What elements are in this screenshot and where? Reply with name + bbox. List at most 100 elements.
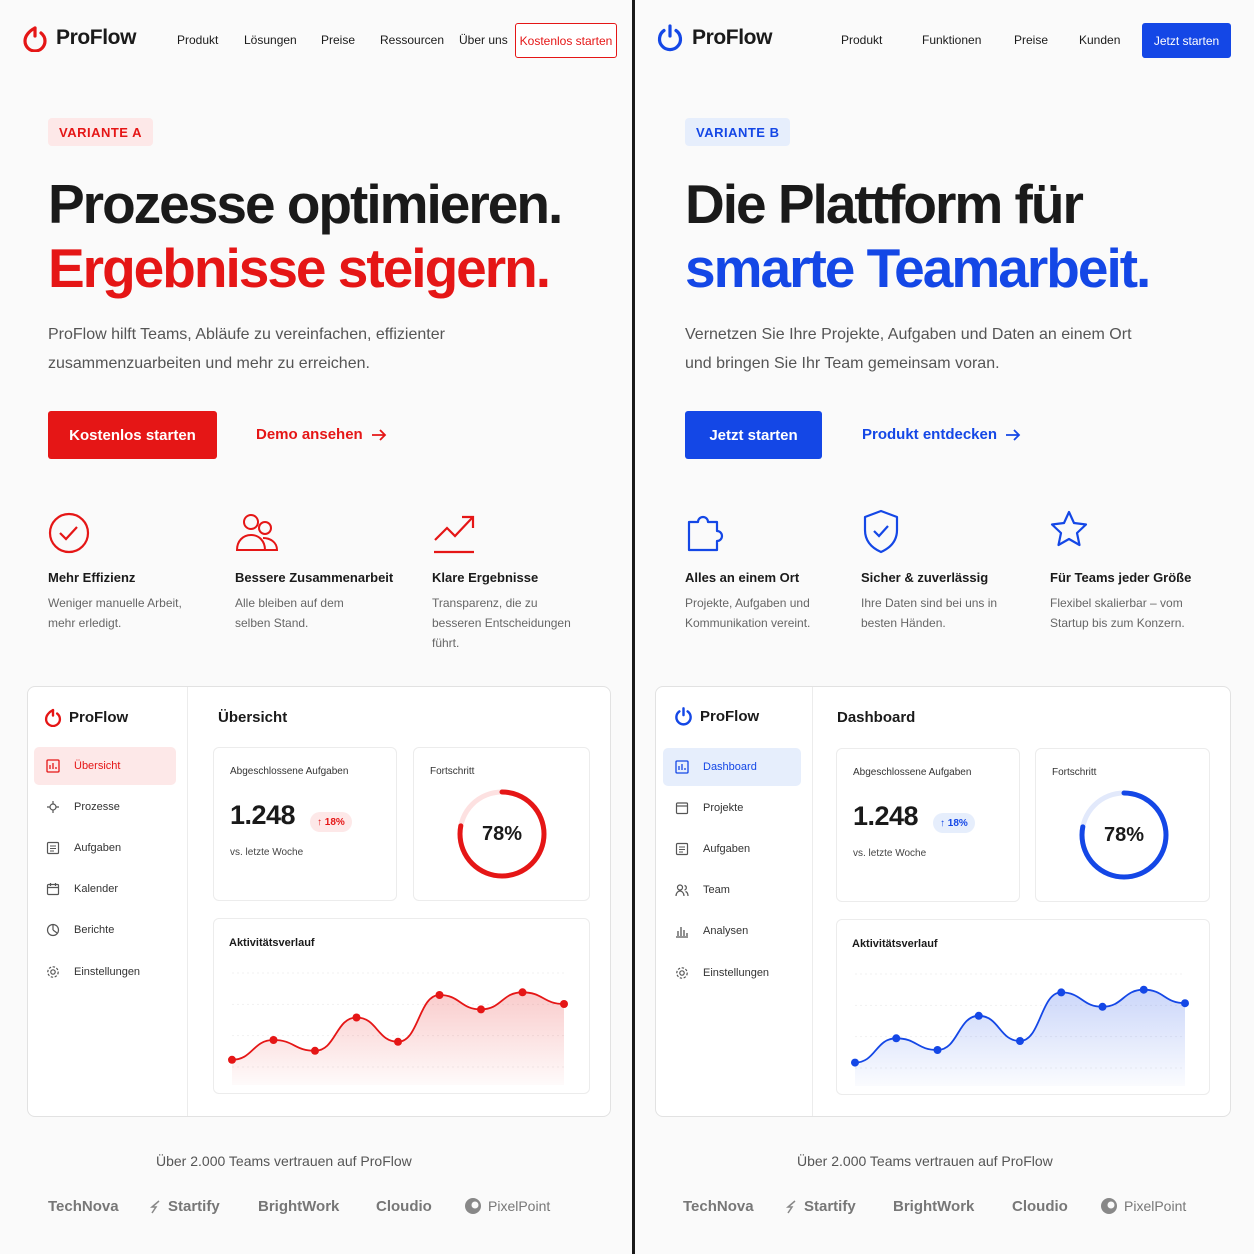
feature-results: Klare Ergebnisse Transparenz, die zu bes…	[432, 508, 612, 653]
chart-data-point	[311, 1046, 319, 1055]
feature-desc: Alle bleiben auf dem selben Stand.	[235, 596, 344, 630]
logo-pixelpoint-label: PixelPoint	[488, 1198, 551, 1214]
feature-desc: Transparenz, die zu besseren Entscheidun…	[432, 596, 571, 650]
chart-data-point	[477, 1005, 485, 1014]
brand-logo[interactable]: ProFlow	[656, 24, 772, 52]
top-nav: ProFlow Produkt Lösungen Preise Ressourc…	[0, 0, 632, 82]
dashboard-sidebar: ProFlow Dashboard Projekte Aufgaben Team…	[656, 687, 813, 1116]
users-icon	[235, 514, 279, 551]
feature-desc: Projekte, Aufgaben und Kommunikation ver…	[685, 596, 811, 630]
dashboard-logo: ProFlow	[44, 707, 128, 727]
chart-title: Aktivitätsverlauf	[852, 938, 938, 950]
headline-line-2: smarte Teamarbeit.	[685, 237, 1151, 299]
dashboard-preview: ProFlow Dashboard Projekte Aufgaben Team…	[655, 686, 1231, 1117]
proflow-logo-icon	[44, 708, 62, 727]
sidebar-item-projekte[interactable]: Projekte	[663, 789, 805, 827]
sidebar-item-berichte[interactable]: Berichte	[34, 911, 176, 949]
nav-link-loesungen[interactable]: Lösungen	[244, 33, 297, 47]
logo-startify-label: Startify	[804, 1197, 856, 1215]
nav-link-ressourcen[interactable]: Ressourcen	[380, 33, 444, 47]
nav-link-ueber-uns[interactable]: Über uns	[459, 33, 508, 47]
nav-link-produkt[interactable]: Produkt	[841, 33, 882, 47]
chart-data-point	[1098, 1002, 1107, 1011]
sidebar-item-team[interactable]: Team	[663, 871, 805, 909]
demo-link[interactable]: Demo ansehen	[256, 426, 387, 443]
discover-link[interactable]: Produkt entdecken	[862, 426, 1021, 443]
feature-all-in-one: Alles an einem Ort Projekte, Aufgaben un…	[685, 508, 865, 633]
dashboard-preview: ProFlow Übersicht Prozesse Aufgaben Kale…	[27, 686, 611, 1117]
dashboard-title: Dashboard	[837, 709, 916, 726]
feature-title: Alles an einem Ort	[685, 570, 800, 585]
nav-cta-button[interactable]: Jetzt starten	[1142, 23, 1231, 58]
progress-label: Fortschritt	[1052, 767, 1097, 778]
feature-title: Sicher & zuverlässig	[861, 570, 989, 585]
sidebar-item-label: Prozesse	[74, 801, 120, 813]
chart-data-point	[435, 991, 444, 999]
primary-cta-button[interactable]: Kostenlos starten	[48, 411, 217, 459]
logo-cloudio: Cloudio	[1012, 1197, 1068, 1215]
logo-startify: Startify	[148, 1192, 220, 1220]
sidebar-item-dashboard[interactable]: Dashboard	[663, 748, 801, 786]
sidebar-item-aufgaben[interactable]: Aufgaben	[663, 830, 805, 868]
pixelpoint-icon	[1101, 1198, 1117, 1214]
logo-technova: TechNova	[683, 1197, 754, 1215]
nav-link-produkt[interactable]: Produkt	[177, 33, 218, 47]
sidebar-item-label: Analysen	[703, 925, 749, 937]
startify-icon	[785, 1199, 796, 1213]
nav-link-funktionen[interactable]: Funktionen	[922, 33, 981, 47]
customer-logos: TechNova Startify BrightWork Cloudio Pix…	[683, 1192, 1243, 1220]
sidebar-item-einstellungen[interactable]: Einstellungen	[34, 953, 176, 991]
nav-link-preise[interactable]: Preise	[321, 33, 355, 47]
chart-data-point	[352, 1013, 361, 1022]
dashboard-logo: ProFlow	[674, 707, 759, 726]
feature-desc: Flexibel skalierbar – vom Startup bis zu…	[1050, 596, 1185, 630]
sidebar-item-label: Übersicht	[74, 760, 121, 772]
dashboard-logo-text: ProFlow	[700, 708, 760, 725]
sidebar-item-label: Team	[703, 884, 730, 896]
stat-card-tasks: Abgeschlossene Aufgaben 1.248 ↑ 18% vs. …	[836, 748, 1020, 902]
logo-brightwork: BrightWork	[893, 1197, 975, 1215]
brand-logo[interactable]: ProFlow	[22, 24, 136, 52]
trending-up-icon	[434, 515, 475, 554]
sidebar-item-label: Dashboard	[703, 761, 757, 773]
variant-badge: VARIANTE B	[685, 118, 791, 146]
nav-link-preise[interactable]: Preise	[1014, 33, 1048, 47]
nav-cta-button[interactable]: Kostenlos starten	[515, 23, 617, 58]
logo-cloudio: Cloudio	[376, 1197, 432, 1215]
reports-icon	[46, 923, 60, 937]
progress-label: Fortschritt	[430, 766, 475, 777]
feature-security: Sicher & zuverlässig Ihre Daten sind bei…	[861, 508, 1041, 633]
feature-efficiency: Mehr Effizienz Weniger manuelle Arbeit, …	[48, 508, 228, 633]
arrow-right-icon	[371, 428, 386, 441]
chart-data-point	[892, 1034, 901, 1043]
check-circle-icon	[48, 512, 90, 554]
primary-cta-button[interactable]: Jetzt starten	[685, 411, 822, 459]
dashboard-logo-text: ProFlow	[69, 708, 129, 726]
sidebar-item-prozesse[interactable]: Prozesse	[34, 788, 176, 826]
stat-label: Abgeschlossene Aufgaben	[853, 767, 972, 778]
trust-statement: Über 2.000 Teams vertrauen auf ProFlow	[797, 1153, 1053, 1169]
activity-chart-card: Aktivitätsverlauf	[836, 919, 1210, 1095]
proflow-logo-icon	[23, 26, 47, 52]
feature-title: Bessere Zusammenarbeit	[235, 570, 394, 585]
stat-value: 1.248	[230, 800, 296, 830]
feature-title: Für Teams jeder Größe	[1050, 570, 1192, 585]
logo-technova: TechNova	[48, 1197, 119, 1215]
feature-scalable: Für Teams jeder Größe Flexibel skalierba…	[1050, 508, 1230, 633]
sidebar-item-aufgaben[interactable]: Aufgaben	[34, 829, 176, 867]
activity-area-chart	[228, 972, 568, 1085]
logo-startify: Startify	[784, 1192, 856, 1220]
logo-pixelpoint-label: PixelPoint	[1124, 1198, 1187, 1214]
chart-title: Aktivitätsverlauf	[229, 937, 315, 949]
nav-link-kunden[interactable]: Kunden	[1079, 33, 1120, 47]
progress-card: Fortschritt 78%	[1035, 748, 1210, 902]
sidebar-item-uebersicht[interactable]: Übersicht	[34, 747, 176, 785]
sidebar-item-label: Aufgaben	[74, 842, 122, 854]
sidebar-item-einstellungen[interactable]: Einstellungen	[663, 954, 805, 992]
page-title: Prozesse optimieren. Ergebnisse steigern…	[48, 172, 563, 300]
chart-data-point	[1181, 999, 1189, 1008]
progress-card: Fortschritt 78%	[413, 747, 590, 901]
logo-text: ProFlow	[56, 26, 137, 49]
sidebar-item-analysen[interactable]: Analysen	[663, 912, 805, 950]
sidebar-item-kalender[interactable]: Kalender	[34, 870, 176, 908]
